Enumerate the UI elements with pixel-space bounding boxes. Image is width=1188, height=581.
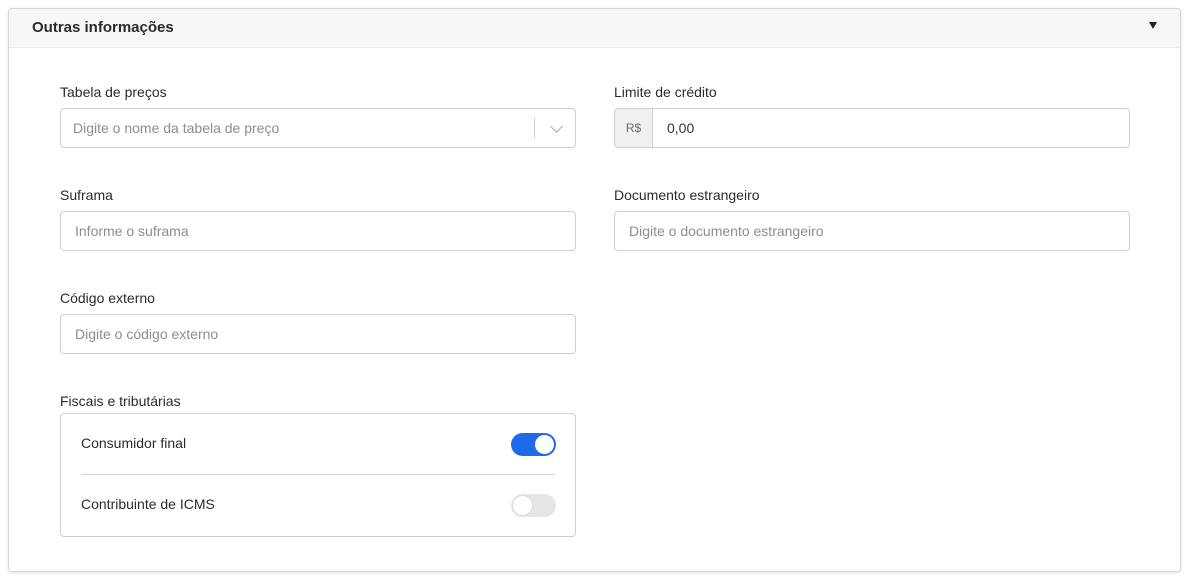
price-table-label: Tabela de preços	[60, 84, 167, 100]
icms-contributor-toggle[interactable]	[511, 494, 556, 517]
icms-contributor-label: Contribuinte de ICMS	[81, 496, 215, 512]
external-code-field[interactable]	[60, 314, 576, 354]
tax-section-label: Fiscais e tributárias	[60, 393, 181, 409]
foreign-document-input[interactable]	[615, 212, 1129, 250]
price-table-select[interactable]	[60, 108, 576, 148]
toggle-knob	[513, 496, 532, 515]
price-table-input[interactable]	[61, 109, 575, 147]
credit-limit-field[interactable]: R$	[614, 108, 1130, 148]
tax-options-box: Consumidor final Contribuinte de ICMS	[60, 413, 576, 537]
credit-limit-label: Limite de crédito	[614, 84, 717, 100]
other-info-panel: Outras informações Tabela de preços Limi…	[8, 8, 1181, 572]
select-separator	[534, 118, 535, 138]
suframa-input[interactable]	[61, 212, 575, 250]
foreign-document-field[interactable]	[614, 211, 1130, 251]
suframa-field[interactable]	[60, 211, 576, 251]
options-divider	[82, 474, 555, 475]
final-consumer-label: Consumidor final	[81, 435, 187, 451]
suframa-label: Suframa	[60, 187, 113, 203]
toggle-knob	[535, 435, 554, 454]
final-consumer-toggle[interactable]	[511, 433, 556, 456]
credit-limit-input[interactable]	[615, 109, 1129, 147]
external-code-input[interactable]	[61, 315, 575, 353]
panel-header[interactable]: Outras informações	[9, 9, 1180, 48]
caret-down-icon[interactable]	[1149, 22, 1157, 29]
external-code-label: Código externo	[60, 290, 155, 306]
panel-title: Outras informações	[32, 19, 174, 36]
foreign-document-label: Documento estrangeiro	[614, 187, 760, 203]
